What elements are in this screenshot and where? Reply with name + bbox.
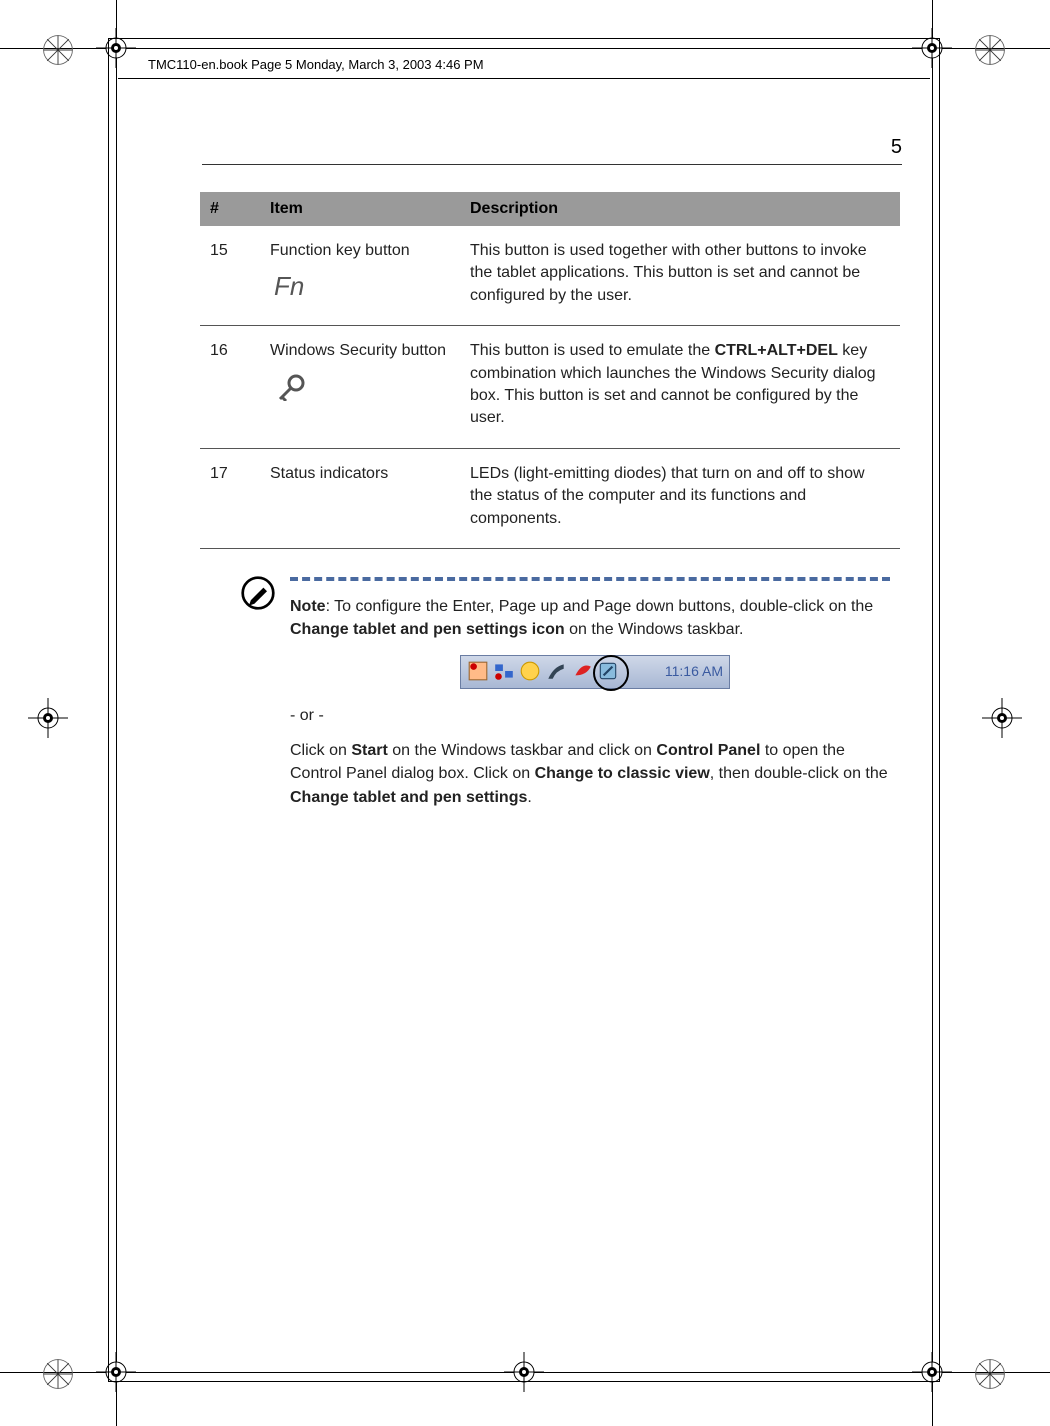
note-pencil-icon bbox=[240, 575, 276, 611]
row-num: 16 bbox=[200, 326, 260, 449]
b: Control Panel bbox=[656, 742, 760, 759]
note-paragraph-2: Click on Start on the Windows taskbar an… bbox=[290, 739, 900, 809]
item-label: Function key button bbox=[270, 242, 410, 259]
tray-icon bbox=[493, 660, 515, 682]
tray-icon bbox=[545, 660, 567, 682]
or-separator: - or - bbox=[290, 707, 900, 725]
desc-text: This button is used to emulate the bbox=[470, 342, 715, 359]
key-icon bbox=[276, 373, 450, 408]
ink-swatch-icon bbox=[40, 1356, 76, 1392]
table-row: 16 Windows Security button This button i… bbox=[200, 326, 900, 449]
page-number: 5 bbox=[891, 136, 902, 159]
note-body: : To configure the Enter, Page up and Pa… bbox=[326, 598, 874, 615]
callout-circle-icon bbox=[593, 655, 629, 691]
row-desc: This button is used to emulate the CTRL+… bbox=[460, 326, 900, 449]
col-item: Item bbox=[260, 192, 460, 226]
page-number-rule bbox=[202, 164, 902, 165]
row-desc: LEDs (light-emitting diodes) that turn o… bbox=[460, 448, 900, 548]
table-row: 15 Function key button Fn This button is… bbox=[200, 226, 900, 326]
note-block: Note: To configure the Enter, Page up an… bbox=[200, 577, 900, 809]
note-text: Note: To configure the Enter, Page up an… bbox=[290, 595, 900, 641]
note-body: on the Windows taskbar. bbox=[565, 621, 744, 638]
table-header-row: # Item Description bbox=[200, 192, 900, 226]
registration-mark-icon bbox=[28, 698, 68, 738]
ink-swatch-icon bbox=[40, 32, 76, 68]
tray-icon bbox=[467, 660, 489, 682]
b: Start bbox=[351, 742, 387, 759]
t: on the Windows taskbar and click on bbox=[388, 742, 657, 759]
row-item: Status indicators bbox=[260, 448, 460, 548]
t: , then double-click on the bbox=[710, 765, 888, 782]
note-label: Note bbox=[290, 598, 326, 615]
tray-icon bbox=[571, 660, 593, 682]
desc-bold: CTRL+ALT+DEL bbox=[715, 342, 838, 359]
note-bold: Change tablet and pen settings icon bbox=[290, 621, 565, 638]
row-desc: This button is used together with other … bbox=[460, 226, 900, 326]
row-num: 17 bbox=[200, 448, 260, 548]
table-row: 17 Status indicators LEDs (light-emittin… bbox=[200, 448, 900, 548]
registration-mark-icon bbox=[982, 698, 1022, 738]
row-item: Windows Security button bbox=[260, 326, 460, 449]
header-rule bbox=[118, 78, 930, 79]
page-header-label: TMC110-en.book Page 5 Monday, March 3, 2… bbox=[148, 57, 484, 72]
b: Change tablet and pen settings bbox=[290, 789, 527, 806]
dashed-rule bbox=[290, 577, 890, 581]
ink-swatch-icon bbox=[972, 1356, 1008, 1392]
b: Change to classic view bbox=[535, 765, 710, 782]
taskbar-screenshot: 11:16 AM bbox=[460, 655, 730, 689]
tray-icon bbox=[519, 660, 541, 682]
row-item: Function key button Fn bbox=[260, 226, 460, 326]
row-num: 15 bbox=[200, 226, 260, 326]
col-num: # bbox=[200, 192, 260, 226]
taskbar-clock: 11:16 AM bbox=[665, 663, 723, 679]
col-desc: Description bbox=[460, 192, 900, 226]
spec-table: # Item Description 15 Function key butto… bbox=[200, 192, 900, 549]
fn-key-icon: Fn bbox=[274, 268, 450, 304]
item-label: Windows Security button bbox=[270, 342, 446, 359]
page-content: # Item Description 15 Function key butto… bbox=[200, 192, 900, 809]
t: Click on bbox=[290, 742, 351, 759]
t: . bbox=[527, 789, 531, 806]
ink-swatch-icon bbox=[972, 32, 1008, 68]
